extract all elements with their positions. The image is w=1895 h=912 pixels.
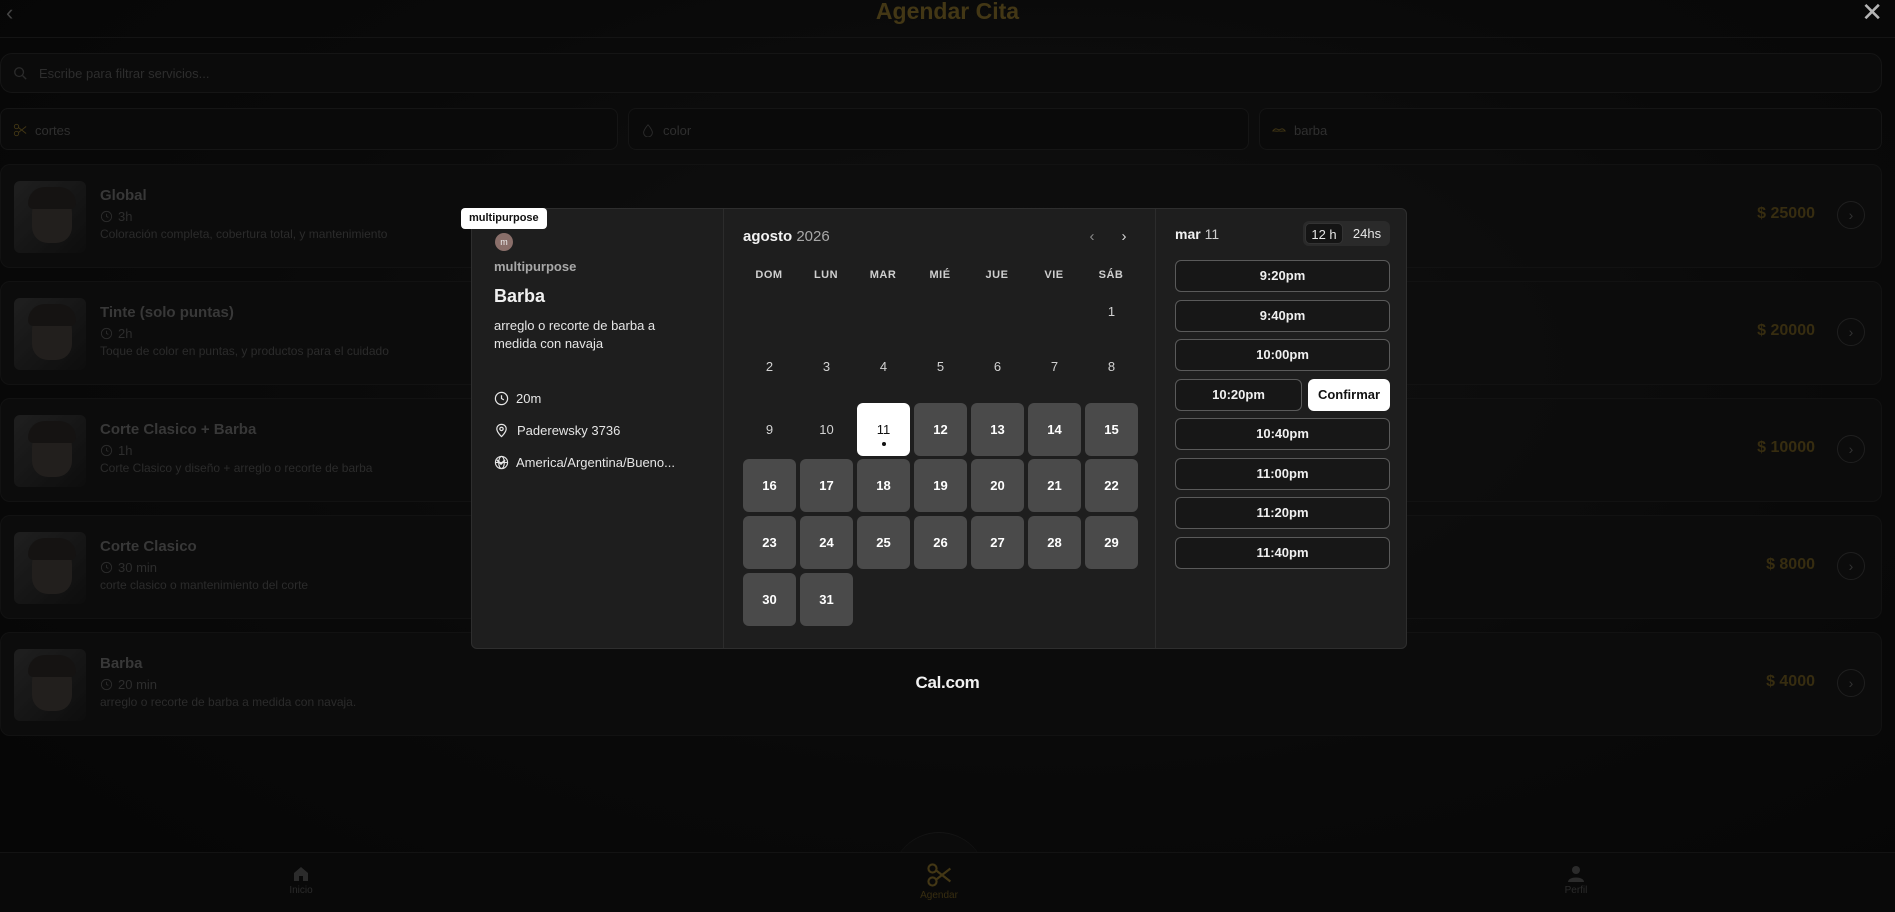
- calendar-day-24[interactable]: 24: [800, 516, 853, 569]
- calendar-day-13[interactable]: 13: [971, 403, 1024, 456]
- time-slot[interactable]: 10:40pm: [1175, 418, 1390, 450]
- weekday-label: JUE: [985, 269, 1009, 281]
- event-duration: 20m: [516, 391, 542, 406]
- calendar-day-18[interactable]: 18: [857, 459, 910, 512]
- time-slots-panel: mar 11 12 h 24hs 9:20pm 9:40pm 10:00pm Conf…: [1156, 209, 1406, 648]
- event-location: Paderewsky 3736: [517, 423, 621, 438]
- calendar-day-31[interactable]: 31: [800, 573, 853, 626]
- organizer-name: multipurpose: [494, 259, 577, 274]
- time-slot[interactable]: 11:20pm: [1175, 497, 1390, 529]
- event-info-panel: m multipurpose Barba arreglo o recorte d…: [472, 209, 724, 648]
- calendar-day-11[interactable]: 11: [857, 403, 910, 456]
- time-slot[interactable]: 9:20pm: [1175, 260, 1390, 292]
- selected-date-label: mar 11: [1175, 226, 1219, 242]
- format-24h-button[interactable]: 24hs: [1346, 223, 1388, 244]
- calendar-day-21[interactable]: 21: [1028, 459, 1081, 512]
- calendar-day-20[interactable]: 20: [971, 459, 1024, 512]
- calendar-day-29[interactable]: 29: [1085, 516, 1138, 569]
- weekday-label: MIÉ: [929, 269, 951, 281]
- time-format-toggle: 12 h 24hs: [1303, 221, 1390, 246]
- calendar-day-4: 4: [879, 359, 888, 374]
- next-month-button[interactable]: ›: [1114, 227, 1134, 247]
- time-slot[interactable]: 11:40pm: [1175, 536, 1390, 569]
- calendar-day-19[interactable]: 19: [914, 459, 967, 512]
- weekday-label: VIE: [1044, 269, 1064, 281]
- calendar-day-16[interactable]: 16: [743, 459, 796, 512]
- time-slot[interactable]: 11:00pm: [1175, 457, 1390, 490]
- map-pin-icon: [496, 423, 507, 438]
- calendar-day-23[interactable]: 23: [743, 516, 796, 569]
- time-slot[interactable]: 10:00pm: [1175, 339, 1390, 371]
- calendar-day-26[interactable]: 26: [914, 516, 967, 569]
- slot-weekday: mar: [1175, 226, 1201, 242]
- format-12h-button[interactable]: 12 h: [1305, 223, 1343, 244]
- calendar-day-6: 6: [993, 359, 1002, 374]
- avatar: m: [495, 233, 513, 251]
- month-name: agosto: [743, 228, 793, 245]
- calendar-day-22[interactable]: 22: [1085, 459, 1138, 512]
- calendar-day-25[interactable]: 25: [857, 516, 910, 569]
- event-title: Barba: [494, 286, 546, 306]
- calendar-day-8: 8: [1107, 359, 1116, 374]
- weekday-label: MAR: [869, 269, 897, 281]
- calendar-day-2: 2: [765, 359, 774, 374]
- calendar-day-27[interactable]: 27: [971, 516, 1024, 569]
- calendar-day-30[interactable]: 30: [743, 573, 796, 626]
- weekday-label: LUN: [813, 269, 839, 281]
- organizer-tooltip: multipurpose: [461, 208, 547, 229]
- weekday-label: DOM: [755, 269, 783, 281]
- timezone-value: America/Argentina/Bueno...: [516, 455, 675, 470]
- year: 2026: [796, 228, 830, 245]
- calendar-day-14[interactable]: 14: [1028, 403, 1081, 456]
- event-description: arreglo o recorte de barba a medida con …: [494, 318, 656, 351]
- calendar-panel: agosto 2026 ‹ › DOM LUN MAR MIÉ JUE VIE SÁB 12…: [724, 209, 1156, 648]
- calendar-day-12[interactable]: 12: [914, 403, 967, 456]
- prev-month-button[interactable]: ‹: [1082, 227, 1102, 247]
- time-slot-selected[interactable]: 10:20pm: [1175, 378, 1302, 411]
- clock-icon: [494, 391, 509, 406]
- calendar-day-7: 7: [1050, 359, 1059, 374]
- chevron-down-icon: [496, 459, 506, 466]
- calendar-day-10: 10: [819, 422, 834, 437]
- calendar-day-17[interactable]: 17: [800, 459, 853, 512]
- confirm-button[interactable]: Confirmar: [1308, 378, 1390, 411]
- calendar-day-5: 5: [936, 359, 945, 374]
- cal-brand: Cal.com: [915, 673, 980, 692]
- weekday-label: SÁB: [1098, 269, 1124, 281]
- calendar-day-28[interactable]: 28: [1028, 516, 1081, 569]
- calendar-day-15[interactable]: 15: [1085, 403, 1138, 456]
- calendar-day-3: 3: [822, 359, 831, 374]
- timezone-select[interactable]: America/Argentina/Bueno...: [494, 454, 724, 472]
- slot-daynum: 11: [1204, 226, 1220, 242]
- month-title: agosto 2026: [743, 228, 830, 245]
- booking-modal: m multipurpose Barba arreglo o recorte d…: [471, 208, 1407, 649]
- calendar-day-1: 1: [1107, 304, 1116, 319]
- calendar-day-9: 9: [765, 422, 774, 437]
- time-slot[interactable]: 9:40pm: [1175, 299, 1390, 332]
